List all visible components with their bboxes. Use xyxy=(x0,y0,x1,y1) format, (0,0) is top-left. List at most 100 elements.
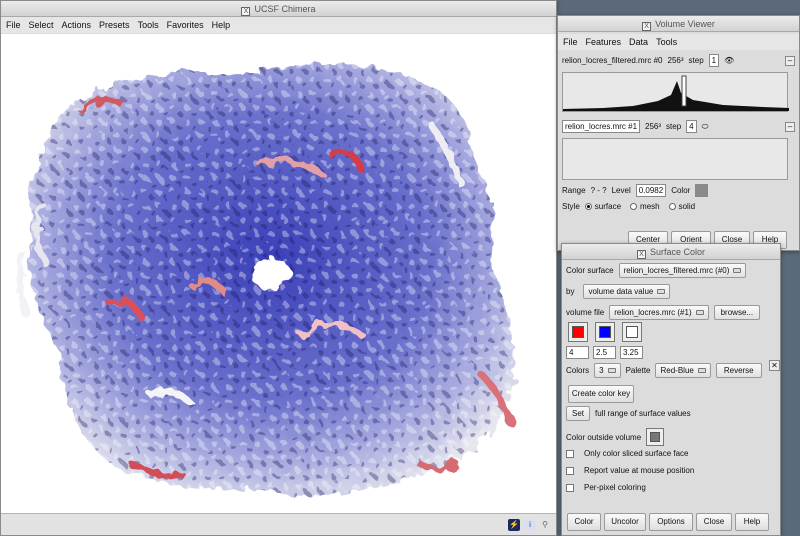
map0-name[interactable]: relion_locres_filtered.mrc #0 xyxy=(562,56,663,65)
level-row: Range ? - ? Level 0.0982 Color xyxy=(562,184,709,197)
menu-actions[interactable]: Actions xyxy=(62,17,92,33)
radio-selected-icon xyxy=(584,203,592,210)
check-report-label: Report value at mouse position xyxy=(584,466,695,475)
surface-color-window: X Surface Color Color surface relion_locr… xyxy=(561,243,781,536)
set-row: Set full range of surface values xyxy=(566,406,691,421)
x11-icon: X xyxy=(241,7,251,16)
by-value: volume data value xyxy=(588,287,654,296)
style-solid-label: solid xyxy=(678,202,696,211)
checkbox-icon xyxy=(566,449,574,458)
color-swatch-2[interactable] xyxy=(595,322,615,342)
menu-presets[interactable]: Presets xyxy=(99,17,130,33)
outside-row: Color outside volume xyxy=(566,428,665,446)
by-row: by volume data value xyxy=(566,284,671,299)
checkbox-icon xyxy=(566,466,574,475)
dropdown-caret-icon xyxy=(607,368,616,373)
create-color-key-button[interactable]: Create color key xyxy=(568,385,634,403)
level-color-swatch[interactable] xyxy=(695,184,709,197)
range-value: ? - ? xyxy=(590,186,607,195)
color-button[interactable]: Color xyxy=(567,513,601,531)
vv-menu-file[interactable]: File xyxy=(563,34,578,50)
dropdown-caret-icon xyxy=(695,310,704,315)
histogram-plot xyxy=(563,75,789,111)
by-menu[interactable]: volume data value xyxy=(583,284,671,299)
volume-file-value: relion_locres.mrc (#1) xyxy=(614,308,692,317)
color-surface-menu[interactable]: relion_locres_filtered.mrc (#0) xyxy=(618,263,747,278)
x11-icon: X xyxy=(636,250,646,259)
style-surface-radio[interactable]: surface xyxy=(584,202,622,211)
options-button[interactable]: Options xyxy=(649,513,693,531)
chimera-menubar: File Select Actions Presets Tools Favori… xyxy=(1,17,556,33)
threshold-input-3[interactable]: 3.25 xyxy=(620,346,643,359)
color-surface-value: relion_locres_filtered.mrc (#0) xyxy=(623,266,730,275)
palette-menu[interactable]: Red-Blue xyxy=(655,363,711,378)
browse-button[interactable]: browse... xyxy=(713,305,761,320)
menu-tools[interactable]: Tools xyxy=(138,17,159,33)
surface-color-titlebar[interactable]: X Surface Color xyxy=(562,244,780,260)
search-icon[interactable]: ⚲ xyxy=(539,519,551,531)
threshold-row: 4 2.5 3.25 xyxy=(566,346,643,359)
menu-help[interactable]: Help xyxy=(212,17,231,33)
map0-step-menu[interactable]: 1 xyxy=(708,54,720,67)
outside-color-swatch[interactable] xyxy=(646,428,665,446)
map0-size: 256³ xyxy=(667,56,684,65)
vv-menu-tools[interactable]: Tools xyxy=(656,34,677,50)
menu-file[interactable]: File xyxy=(6,17,21,33)
map1-step-menu[interactable]: 4 xyxy=(686,120,697,133)
style-mesh-radio[interactable]: mesh xyxy=(630,202,660,211)
style-row: Style surface mesh solid xyxy=(562,202,695,211)
x11-icon: X xyxy=(642,22,652,31)
color-swatch-1[interactable] xyxy=(568,322,588,342)
set-description: full range of surface values xyxy=(595,409,691,418)
threshold-input-2[interactable]: 2.5 xyxy=(593,346,616,359)
close-x-icon[interactable]: ✕ xyxy=(769,360,780,371)
command-line-icon[interactable]: ⚡ xyxy=(508,519,520,531)
colors-count-menu[interactable]: 3 xyxy=(594,363,621,378)
dropdown-caret-icon xyxy=(657,289,666,294)
map1-size: 256³ xyxy=(645,122,662,131)
vv-menu-features[interactable]: Features xyxy=(586,34,622,50)
style-surface-label: surface xyxy=(594,202,622,211)
map0-step-label: step xyxy=(688,56,704,65)
graphics-viewport[interactable] xyxy=(1,34,556,513)
info-icon[interactable]: i xyxy=(524,519,536,531)
check-row-3[interactable]: Per-pixel coloring xyxy=(566,483,646,492)
sc-help-button[interactable]: Help xyxy=(735,513,769,531)
map1-step-label: step xyxy=(666,122,682,131)
map0-histogram[interactable] xyxy=(562,72,789,112)
sc-close-button[interactable]: Close xyxy=(696,513,732,531)
check-row-2[interactable]: Report value at mouse position xyxy=(566,466,694,475)
density-map-surface xyxy=(15,64,515,494)
map0-collapse-button[interactable]: – xyxy=(785,56,795,66)
map1-name[interactable]: relion_locres.mrc #1 xyxy=(562,120,641,133)
threshold-input-1[interactable]: 4 xyxy=(566,346,589,359)
menu-select[interactable]: Select xyxy=(29,17,54,33)
volume-viewer-window: X Volume Viewer File Features Data Tools … xyxy=(557,15,800,251)
check-row-1[interactable]: Only color sliced surface face xyxy=(566,449,689,458)
map1-collapse-button[interactable]: – xyxy=(785,122,795,132)
uncolor-button[interactable]: Uncolor xyxy=(604,513,646,531)
colors-count-value: 3 xyxy=(599,366,604,375)
outside-color-fill xyxy=(650,432,661,442)
map1-histogram[interactable] xyxy=(562,138,788,180)
chimera-statusbar: ⚡ i ⚲ xyxy=(1,513,556,535)
color-swatch-3[interactable] xyxy=(622,322,642,342)
volume-viewer-menubar: File Features Data Tools xyxy=(558,34,799,50)
set-button[interactable]: Set xyxy=(566,406,591,421)
color-surface-row: Color surface relion_locres_filtered.mrc… xyxy=(566,263,747,278)
style-solid-radio[interactable]: solid xyxy=(668,202,696,211)
map0-eye-icon[interactable]: 👁 xyxy=(724,56,734,65)
vv-menu-data[interactable]: Data xyxy=(629,34,648,50)
volume-viewer-titlebar[interactable]: X Volume Viewer xyxy=(558,16,799,32)
palette-value: Red-Blue xyxy=(660,366,694,375)
menu-favorites[interactable]: Favorites xyxy=(167,17,204,33)
reverse-button[interactable]: Reverse xyxy=(715,363,762,378)
volume-file-menu[interactable]: relion_locres.mrc (#1) xyxy=(609,305,709,320)
level-input[interactable]: 0.0982 xyxy=(635,184,667,197)
chimera-titlebar[interactable]: X UCSF Chimera xyxy=(1,1,556,17)
radio-icon xyxy=(630,203,638,210)
map1-eye-icon[interactable]: ⬭ xyxy=(702,122,709,132)
colors-row: Colors 3 Palette Red-Blue Reverse xyxy=(566,363,762,378)
radio-icon xyxy=(668,203,676,210)
range-label: Range xyxy=(562,186,586,195)
